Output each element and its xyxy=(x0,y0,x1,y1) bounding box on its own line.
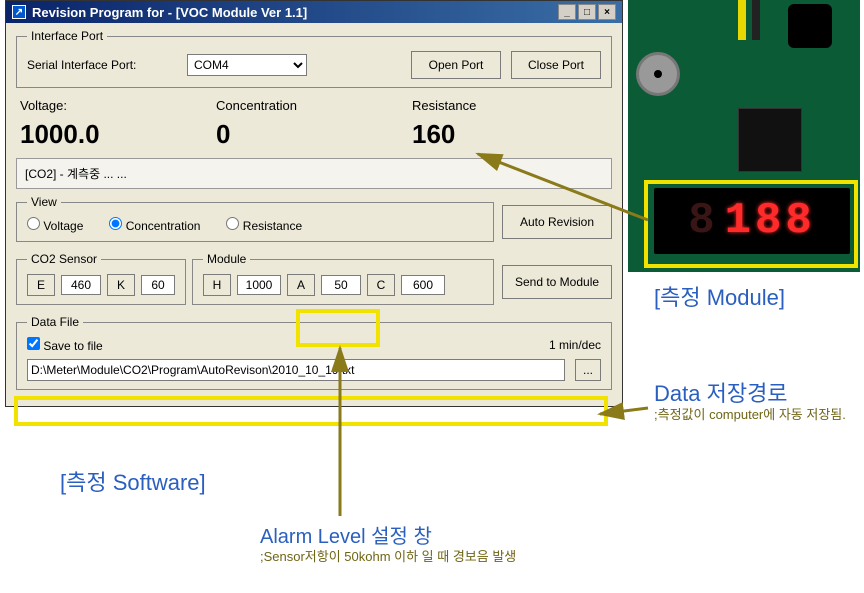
serial-port-label: Serial Interface Port: xyxy=(27,58,177,72)
annotation-data-path-title: Data 저장경로 xyxy=(654,376,788,408)
minimize-button[interactable]: _ xyxy=(558,4,576,20)
annotation-alarm-title: Alarm Level 설정 창 xyxy=(260,520,432,549)
radio-resistance[interactable]: Resistance xyxy=(226,217,302,233)
resistance-label: Resistance xyxy=(412,98,608,113)
seven-segment-display: 8 188 xyxy=(654,188,850,254)
radio-concentration[interactable]: Concentration xyxy=(109,217,200,233)
interface-port-group: Interface Port Serial Interface Port: CO… xyxy=(16,29,612,88)
file-path-input[interactable] xyxy=(27,359,565,381)
app-icon: ↗ xyxy=(12,5,26,19)
buzzer xyxy=(636,52,680,96)
open-port-button[interactable]: Open Port xyxy=(411,51,501,79)
radio-voltage[interactable]: Voltage xyxy=(27,217,83,233)
view-group: View Voltage Concentration Resistance xyxy=(16,195,494,242)
annotation-software-label: [측정 Software] xyxy=(60,465,206,497)
data-file-legend: Data File xyxy=(27,315,83,329)
com-port-select[interactable]: COM4 xyxy=(187,54,307,76)
seg-digit-dim: 8 xyxy=(688,196,718,246)
browse-button[interactable]: ... xyxy=(575,359,601,381)
view-legend: View xyxy=(27,195,61,209)
save-to-file-checkbox[interactable]: Save to file xyxy=(27,337,103,353)
module-group: Module H A C xyxy=(192,252,494,305)
c-button[interactable]: C xyxy=(367,274,395,296)
e-input[interactable] xyxy=(61,275,101,295)
module-legend: Module xyxy=(203,252,250,266)
k-input[interactable] xyxy=(141,275,175,295)
cable-yellow xyxy=(738,0,746,40)
window-title: Revision Program for - [VOC Module Ver 1… xyxy=(32,5,307,20)
send-to-module-button[interactable]: Send to Module xyxy=(502,265,612,299)
data-file-group: Data File Save to file 1 min/dec ... xyxy=(16,315,612,390)
co2-sensor-legend: CO2 Sensor xyxy=(27,252,101,266)
seg-digit-lit: 188 xyxy=(725,196,816,246)
e-button[interactable]: E xyxy=(27,274,55,296)
cable-black xyxy=(752,0,760,40)
device-photo: 8 188 xyxy=(628,0,860,272)
voltage-label: Voltage: xyxy=(20,98,216,113)
h-input[interactable] xyxy=(237,275,281,295)
annotation-data-path-sub: ;측정값이 computer에 자동 저장됨. xyxy=(654,406,854,424)
auto-revision-button[interactable]: Auto Revision xyxy=(502,205,612,239)
interface-port-legend: Interface Port xyxy=(27,29,107,43)
annotation-module-label: [측정 Module] xyxy=(654,280,785,312)
h-button[interactable]: H xyxy=(203,274,231,296)
concentration-value: 0 xyxy=(216,119,412,150)
status-text: [CO2] - 계측중 ... ... xyxy=(16,158,612,189)
voltage-value: 1000.0 xyxy=(20,119,216,150)
c-input[interactable] xyxy=(401,275,445,295)
close-port-button[interactable]: Close Port xyxy=(511,51,601,79)
a-input[interactable] xyxy=(321,275,361,295)
readings-row: Voltage: 1000.0 Concentration 0 Resistan… xyxy=(16,94,612,158)
chip-main xyxy=(738,108,802,172)
app-window: ↗ Revision Program for - [VOC Module Ver… xyxy=(5,0,623,407)
close-button[interactable]: × xyxy=(598,4,616,20)
concentration-label: Concentration xyxy=(216,98,412,113)
co2-sensor-group: CO2 Sensor E K xyxy=(16,252,186,305)
audio-jack xyxy=(788,4,832,48)
a-button[interactable]: A xyxy=(287,274,315,296)
titlebar[interactable]: ↗ Revision Program for - [VOC Module Ver… xyxy=(6,1,622,23)
maximize-button[interactable]: □ xyxy=(578,4,596,20)
k-button[interactable]: K xyxy=(107,274,135,296)
save-rate-label: 1 min/dec xyxy=(549,338,601,352)
resistance-value: 160 xyxy=(412,119,608,150)
annotation-alarm-sub: ;Sensor저항이 50kohm 이하 일 때 경보음 발생 xyxy=(260,548,520,566)
